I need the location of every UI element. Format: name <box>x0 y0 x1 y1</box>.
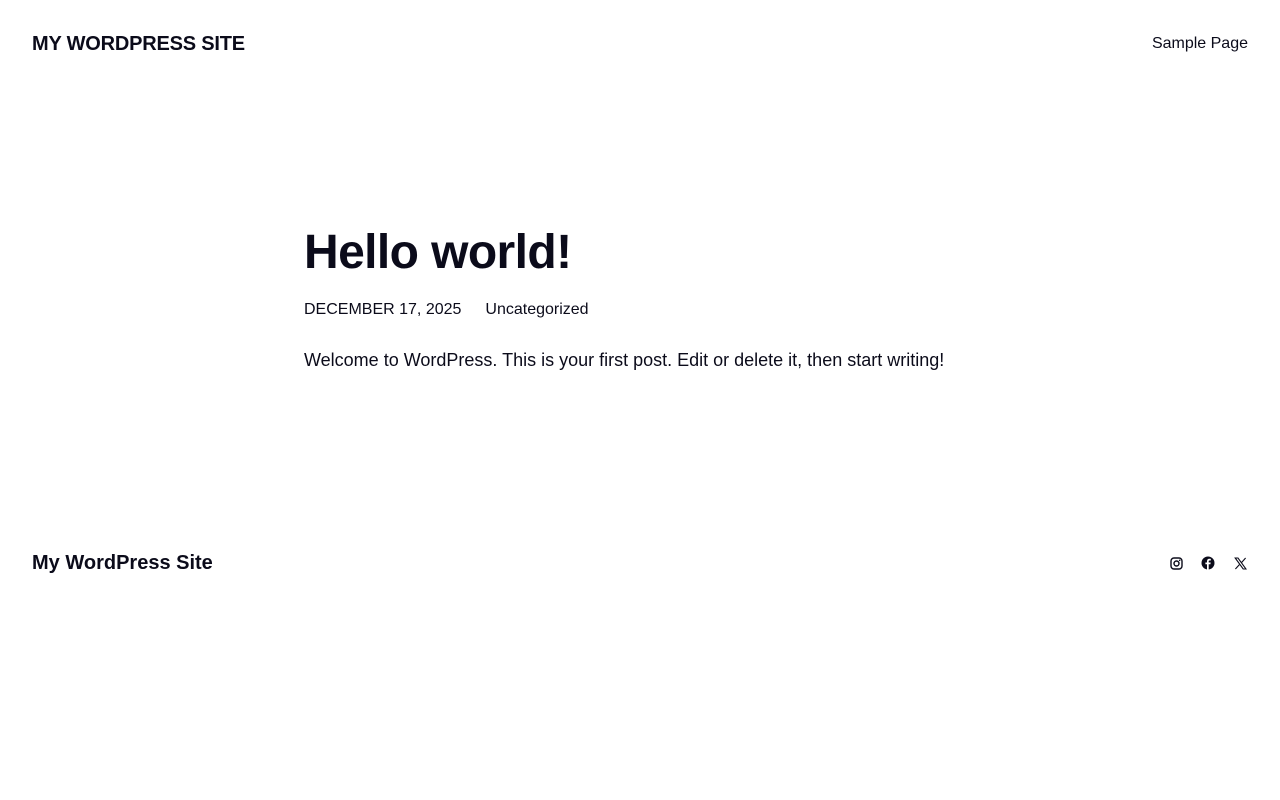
x-link[interactable] <box>1232 555 1248 571</box>
instagram-link[interactable] <box>1168 555 1184 571</box>
post-title[interactable]: Hello world! <box>304 224 984 282</box>
footer-site-title-link[interactable]: My WordPress Site <box>32 552 213 575</box>
facebook-link[interactable] <box>1200 555 1216 571</box>
facebook-icon <box>1201 556 1215 570</box>
primary-navigation: Sample Page <box>1152 35 1248 53</box>
post-meta: DECEMBER 17, 2025 Uncategorized <box>304 300 984 320</box>
post-category-link[interactable]: Uncategorized <box>485 300 588 320</box>
site-header: MY WORDPRESS SITE Sample Page <box>32 30 1248 58</box>
instagram-icon <box>1169 556 1183 570</box>
site-title-link[interactable]: MY WORDPRESS SITE <box>32 33 245 56</box>
post-excerpt: Welcome to WordPress. This is your first… <box>304 350 945 370</box>
nav-item-sample-page[interactable]: Sample Page <box>1152 35 1248 52</box>
post-date-link[interactable]: DECEMBER 17, 2025 <box>304 300 461 320</box>
post-article: Hello world! DECEMBER 17, 2025 Uncategor… <box>304 224 984 372</box>
site-footer: My WordPress Site <box>32 548 1248 578</box>
x-icon <box>1233 556 1247 570</box>
social-links <box>1168 555 1248 571</box>
